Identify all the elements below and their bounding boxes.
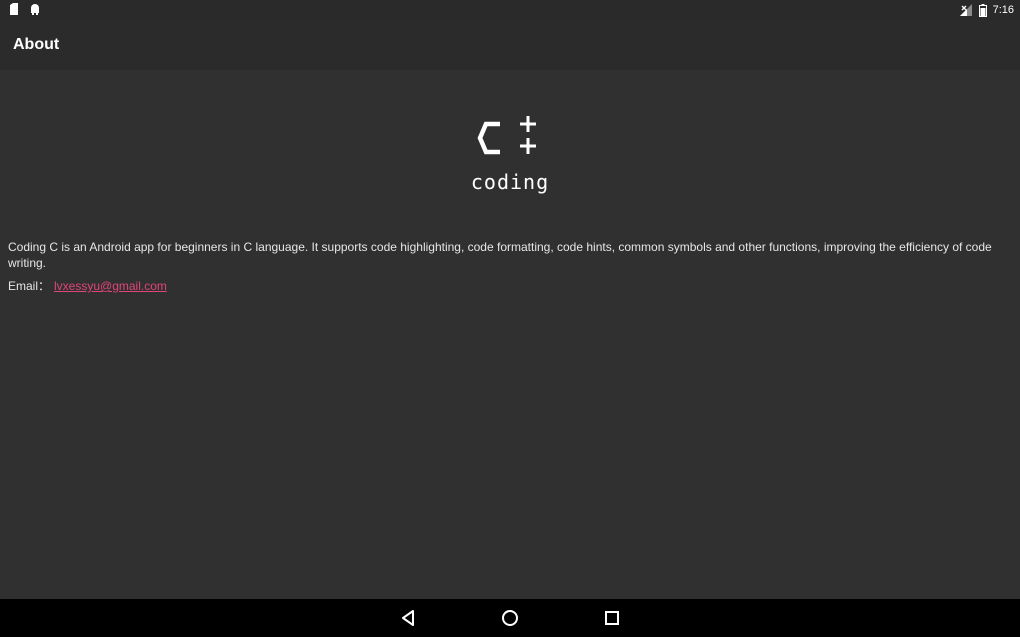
home-icon (502, 610, 518, 626)
app-logo: coding (462, 114, 558, 196)
app-bar: About (0, 20, 1020, 70)
page-title: About (13, 36, 60, 53)
navigation-bar (0, 599, 1020, 637)
back-icon (402, 610, 414, 626)
status-time: 7:16 (992, 4, 1014, 16)
app-description: Coding C is an Android app for beginners… (8, 240, 992, 270)
android-icon (29, 3, 41, 15)
recents-button[interactable] (602, 608, 622, 628)
logo-caption: coding (470, 170, 550, 194)
email-link[interactable]: lvxessyu@gmail.com (54, 279, 167, 293)
status-bar: 7:16 (0, 0, 1020, 20)
about-content: coding Coding C is an Android app for be… (0, 70, 1020, 599)
home-button[interactable] (500, 608, 520, 628)
email-row: Email： lvxessyu@gmail.com (8, 278, 167, 294)
signal-icon (959, 4, 973, 16)
email-label: Email： (8, 279, 51, 293)
about-screen: 7:16 About coding Coding C is an Android… (0, 0, 1020, 637)
back-button[interactable] (398, 608, 418, 628)
notification-icon (9, 3, 19, 15)
battery-icon (978, 3, 987, 17)
recents-icon (605, 611, 619, 625)
status-left-icons (9, 3, 41, 15)
status-right-icons: 7:16 (959, 3, 1014, 17)
c-plus-plus-logo-icon (477, 116, 536, 155)
